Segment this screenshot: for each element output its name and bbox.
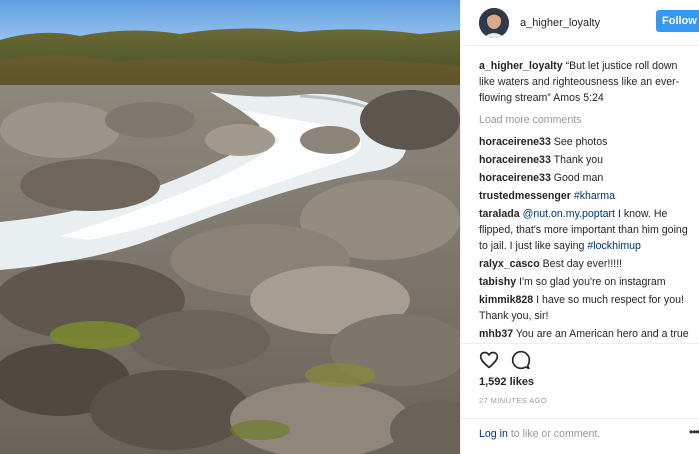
mention-link[interactable]: @nut.on.my.poptart — [523, 208, 615, 220]
comment-text: Best day ever!!!!! — [539, 258, 623, 270]
comment-item: ralyx_casco Best day ever!!!!! — [479, 256, 694, 272]
comment-icon[interactable] — [511, 350, 531, 370]
comment-item: trustedmessenger #kharma — [479, 188, 694, 204]
comment-username[interactable]: horaceirene33 — [479, 154, 551, 166]
comment-username[interactable]: tabishy — [479, 276, 516, 288]
comment-username[interactable]: mhb37 — [479, 328, 513, 340]
comment-username[interactable]: taralada — [479, 208, 520, 220]
comment-username[interactable]: kimmik828 — [479, 294, 533, 306]
comment-item: horaceirene33 Good man — [479, 170, 694, 186]
comment-text: I'm so glad you're on instagram — [516, 276, 666, 288]
post-photo — [0, 0, 460, 454]
comment-item: tabishy I'm so glad you're on instagram — [479, 274, 694, 290]
river-landscape-image — [0, 0, 460, 454]
post-caption: a_higher_loyalty “But let justice roll d… — [479, 58, 694, 106]
post-timestamp[interactable]: 27 MINUTES AGO — [479, 396, 547, 405]
comment-item: kimmik828 I have so much respect for you… — [479, 292, 694, 324]
likes-count[interactable]: 1,592 likes — [479, 376, 534, 388]
comments-list[interactable]: a_higher_loyalty “But let justice roll d… — [479, 58, 694, 343]
comment-text: Good man — [550, 172, 604, 184]
divider — [461, 418, 699, 419]
post-header: a_higher_loyalty Follow — [461, 0, 699, 46]
comment-username[interactable]: horaceirene33 — [479, 172, 551, 184]
heart-icon[interactable] — [479, 350, 499, 370]
login-prompt: Log in to like or comment. — [479, 428, 600, 440]
post-username[interactable]: a_higher_loyalty — [520, 17, 600, 29]
comment-item: horaceirene33 Thank you — [479, 152, 694, 168]
comment-username[interactable]: ralyx_casco — [479, 258, 540, 270]
comment-item: horaceirene33 See photos — [479, 134, 694, 150]
divider — [461, 343, 699, 344]
hashtag-link[interactable]: #kharma — [574, 190, 615, 202]
login-suffix: to like or comment. — [507, 428, 601, 440]
avatar[interactable] — [479, 7, 509, 38]
login-link[interactable]: Log in — [479, 428, 508, 440]
follow-button[interactable]: Follow — [656, 10, 699, 32]
comment-username[interactable]: trustedmessenger — [479, 190, 571, 202]
comment-username[interactable]: horaceirene33 — [479, 136, 551, 148]
more-options-icon[interactable]: ••• — [689, 425, 699, 439]
caption-username[interactable]: a_higher_loyalty — [479, 60, 563, 72]
comment-text: Thank you — [550, 154, 604, 166]
load-more-comments-link[interactable]: Load more comments — [479, 112, 694, 128]
hashtag-link[interactable]: #lockhimup — [587, 240, 641, 252]
post-actions — [479, 350, 531, 370]
comment-item: taralada @nut.on.my.poptart I know. He f… — [479, 206, 694, 254]
comment-text: See photos — [550, 136, 608, 148]
comment-item: mhb37 You are an American hero and a tru… — [479, 326, 694, 343]
post-panel: a_higher_loyalty Follow a_higher_loyalty… — [460, 0, 699, 454]
avatar-image — [479, 7, 509, 38]
